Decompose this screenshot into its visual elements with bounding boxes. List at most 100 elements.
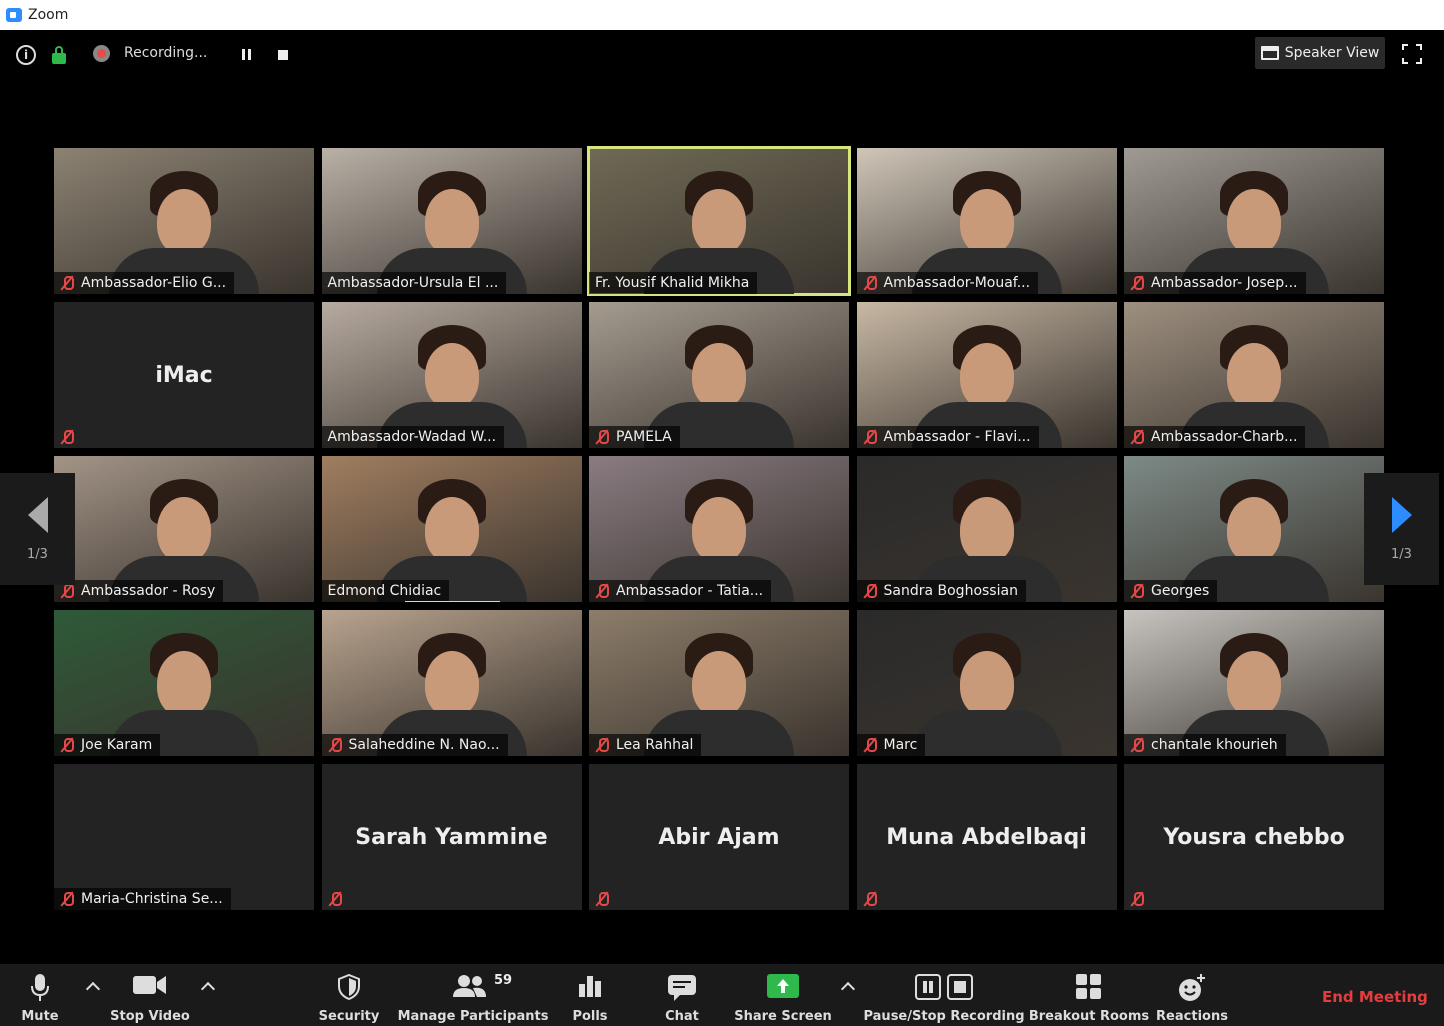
participant-tile[interactable]: PAMELA [589, 302, 849, 448]
participant-tile[interactable]: Sandra Boghossian [856, 456, 1117, 602]
participant-tile[interactable]: Edmond Chidiac [321, 456, 582, 602]
pause-recording-icon[interactable] [242, 48, 254, 61]
participant-name-label: Salaheddine N. Nao... [321, 734, 508, 756]
mic-muted-icon [595, 737, 609, 753]
participant-tile[interactable]: Lea Rahhal [589, 610, 849, 756]
mic-muted-icon [863, 737, 877, 753]
meeting-top-bar: i Recording... Speaker View [0, 30, 1444, 80]
participant-tile[interactable]: Salaheddine N. Nao... [321, 610, 582, 756]
participant-tile[interactable]: Ambassador - Rosy [54, 456, 314, 602]
participant-tile[interactable]: Sarah Yammine [321, 764, 582, 910]
participant-name: Ambassador-Elio G... [81, 275, 227, 291]
participant-tile[interactable]: chantale khourieh [1124, 610, 1384, 756]
page-indicator-right: 1/3 [1391, 546, 1412, 562]
mic-muted-icon [60, 583, 74, 599]
participant-name-label [54, 426, 89, 448]
manage-participants-label: Manage Participants [397, 1009, 549, 1024]
recording-icon [93, 45, 110, 62]
participant-face [424, 650, 479, 717]
participant-tile[interactable]: Ambassador - Tatia... [589, 456, 849, 602]
participant-name: Marc [883, 737, 918, 753]
participant-tile[interactable]: Ambassador - Flavi... [856, 302, 1117, 448]
mic-muted-icon [328, 891, 342, 907]
participant-display-name: Muna Abdelbaqi [886, 824, 1087, 850]
video-options-caret-icon[interactable] [200, 981, 216, 997]
pause-stop-recording-icon [915, 974, 973, 1000]
audio-options-caret-icon[interactable] [85, 981, 101, 997]
breakout-rooms-button[interactable]: Breakout Rooms [1029, 964, 1149, 1026]
participant-tile[interactable]: Maria-Christina Se... [54, 764, 314, 910]
participant-name: Maria-Christina Se... [81, 891, 223, 907]
participant-tile[interactable]: Marc [856, 610, 1117, 756]
participant-name-label: Ambassador - Rosy [54, 580, 224, 602]
participant-name-label: Joe Karam [54, 734, 161, 756]
mic-muted-icon [1130, 275, 1144, 291]
participant-name-label: Ambassador-Charb... [1124, 426, 1306, 448]
participant-display-name: iMac [155, 362, 213, 388]
participant-name-label: PAMELA [589, 426, 680, 448]
participant-tile[interactable]: Georges [1124, 456, 1384, 602]
info-icon[interactable]: i [16, 45, 36, 65]
participant-name-label [322, 888, 357, 910]
reactions-smiley-icon [1179, 974, 1205, 1001]
participant-tile[interactable]: Yousra chebbo [1124, 764, 1384, 910]
participant-face [959, 496, 1014, 563]
share-screen-icon [767, 974, 799, 998]
participant-name-label: Ambassador - Tatia... [589, 580, 772, 602]
title-bar: Zoom [0, 0, 1444, 30]
fullscreen-icon[interactable] [1402, 44, 1422, 64]
participant-face [692, 650, 746, 717]
participant-tile[interactable]: Abir Ajam [589, 764, 849, 910]
meeting-toolbar: Mute Stop Video Security Manage Particip… [0, 964, 1444, 1026]
participant-name-label: Edmond Chidiac [321, 580, 450, 602]
lock-icon[interactable] [51, 46, 67, 64]
polls-bar-chart-icon [579, 976, 601, 997]
participant-name: Joe Karam [81, 737, 153, 753]
participant-tile[interactable]: iMac [54, 302, 314, 448]
share-options-caret-icon[interactable] [840, 981, 856, 997]
participant-name-label [589, 888, 624, 910]
participant-tile[interactable]: Muna Abdelbaqi [856, 764, 1117, 910]
reactions-button[interactable]: Reactions [1156, 964, 1228, 1026]
manage-participants-button[interactable]: Manage Participants [398, 964, 548, 1026]
security-button[interactable]: Security [318, 964, 380, 1026]
participant-tile[interactable]: Ambassador-Wadad W... [321, 302, 582, 448]
stop-video-button[interactable]: Stop Video [106, 964, 194, 1026]
participant-tile[interactable]: Ambassador-Charb... [1124, 302, 1384, 448]
next-page-button[interactable]: 1/3 [1364, 473, 1439, 585]
end-meeting-button[interactable]: End Meeting [1322, 988, 1428, 1006]
participant-name: Ambassador - Flavi... [883, 429, 1031, 445]
share-screen-button[interactable]: Share Screen [734, 964, 832, 1026]
participant-face [959, 342, 1014, 409]
participant-name-label [1124, 888, 1159, 910]
mute-button[interactable]: Mute [14, 964, 66, 1026]
mic-muted-icon [1130, 583, 1144, 599]
mic-muted-icon [60, 891, 74, 907]
polls-button[interactable]: Polls [568, 964, 612, 1026]
participant-name-label: Marc [856, 734, 926, 756]
pause-stop-recording-button[interactable]: Pause/Stop Recording [863, 964, 1025, 1026]
stop-recording-icon[interactable] [278, 50, 288, 60]
participant-tile[interactable]: Joe Karam [54, 610, 314, 756]
speaker-view-button[interactable]: Speaker View [1255, 37, 1385, 69]
participant-tile[interactable]: Ambassador-Ursula El ... [321, 148, 582, 294]
participant-name-label [857, 888, 892, 910]
participant-name-label: Ambassador-Wadad W... [321, 426, 505, 448]
participant-face [1227, 342, 1281, 409]
chat-button[interactable]: Chat [660, 964, 704, 1026]
participant-name: Ambassador-Wadad W... [327, 429, 497, 445]
participant-name-label: Ambassador-Ursula El ... [321, 272, 507, 294]
participant-tile[interactable]: Fr. Yousif Khalid Mikha [587, 146, 851, 296]
participant-face [1227, 496, 1281, 563]
participant-tile[interactable]: Ambassador-Mouaf... [856, 148, 1117, 294]
participant-name-label: chantale khourieh [1124, 734, 1286, 756]
previous-page-button[interactable]: 1/3 [0, 473, 75, 585]
breakout-rooms-grid-icon [1076, 974, 1101, 999]
speaking-indicator [404, 601, 500, 602]
participant-tile[interactable]: Ambassador-Elio G... [54, 148, 314, 294]
mic-muted-icon [60, 737, 74, 753]
zoom-logo-icon [6, 8, 22, 22]
participant-face [692, 342, 746, 409]
participant-tile[interactable]: Ambassador- Josep... [1124, 148, 1384, 294]
participant-display-name: Yousra chebbo [1163, 824, 1345, 850]
